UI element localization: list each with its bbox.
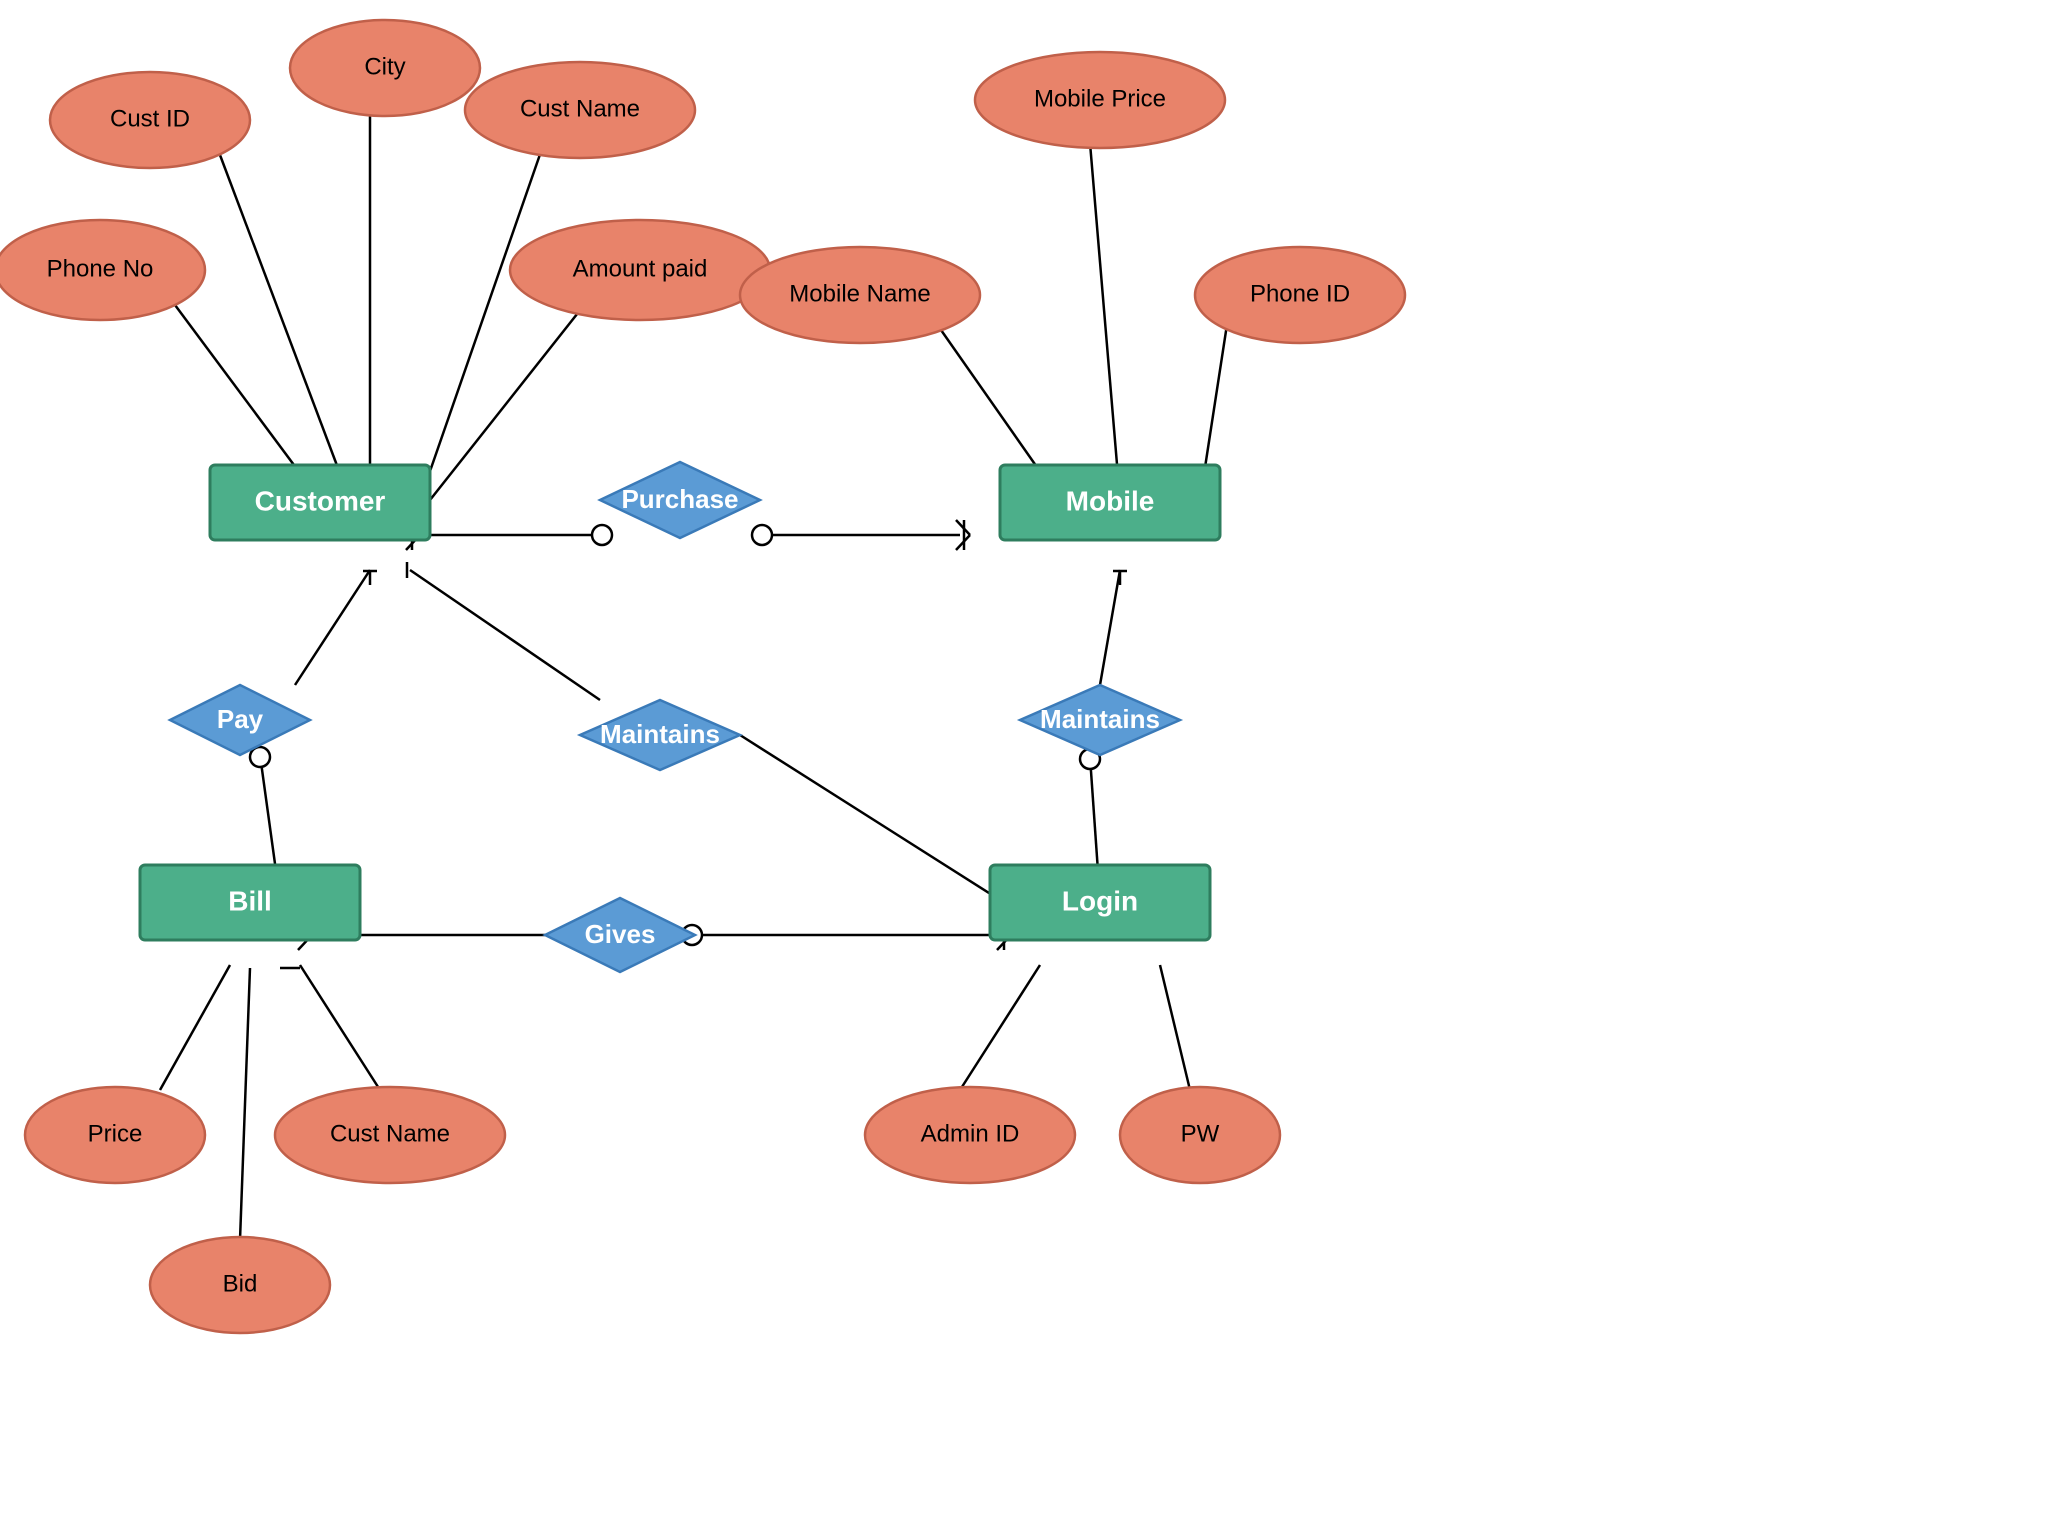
bill-label: Bill	[228, 885, 272, 916]
mobile-price-label: Mobile Price	[1034, 85, 1166, 112]
pw-label: PW	[1181, 1120, 1220, 1147]
phone-no-label: Phone No	[47, 255, 154, 282]
login-label: Login	[1062, 885, 1138, 916]
city-label: City	[364, 53, 405, 80]
cust-name-bill-label: Cust Name	[330, 1120, 450, 1147]
amount-paid-label: Amount paid	[573, 255, 708, 282]
price-label: Price	[88, 1120, 143, 1147]
phone-id-label: Phone ID	[1250, 280, 1350, 307]
gives-label: Gives	[585, 919, 656, 949]
cust-id-label: Cust ID	[110, 105, 190, 132]
mobile-name-label: Mobile Name	[789, 280, 930, 307]
bid-label: Bid	[223, 1270, 258, 1297]
pay-label: Pay	[217, 704, 264, 734]
cust-name-top-label: Cust Name	[520, 95, 640, 122]
customer-label: Customer	[255, 485, 386, 516]
mobile-label: Mobile	[1066, 485, 1155, 516]
admin-id-label: Admin ID	[921, 1120, 1020, 1147]
maintains-right-label: Maintains	[1040, 704, 1160, 734]
purchase-label: Purchase	[621, 484, 738, 514]
maintains-center-label: Maintains	[600, 719, 720, 749]
